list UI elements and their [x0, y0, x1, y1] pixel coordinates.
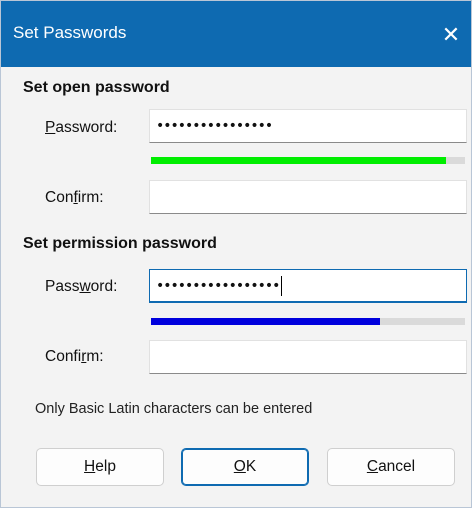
open-password-strength-fill — [151, 157, 447, 164]
permission-password-strength-fill — [151, 318, 381, 325]
open-password-strength-meter — [151, 157, 465, 164]
help-button[interactable]: Help — [36, 448, 164, 486]
cancel-button[interactable]: Cancel — [327, 448, 455, 486]
permission-confirm-label: Confirm: — [45, 348, 104, 365]
open-password-heading: Set open password — [23, 79, 170, 96]
permission-password-heading: Set permission password — [23, 235, 217, 252]
open-confirm-input[interactable] — [149, 180, 467, 214]
text-caret — [281, 276, 283, 296]
ok-button[interactable]: OK — [181, 448, 309, 486]
permission-password-input[interactable]: ••••••••••••••••• — [149, 269, 467, 303]
permission-password-strength-meter — [151, 318, 465, 325]
latin-characters-note: Only Basic Latin characters can be enter… — [35, 401, 313, 417]
close-icon[interactable]: ✕ — [431, 15, 471, 55]
set-passwords-dialog: Set Passwords ✕ Set open password Passwo… — [0, 0, 472, 508]
open-confirm-label: Confirm: — [45, 189, 104, 206]
permission-confirm-input[interactable] — [149, 340, 467, 374]
open-password-label: Password: — [45, 119, 118, 136]
dialog-title: Set Passwords — [13, 23, 127, 42]
title-bar: Set Passwords ✕ — [1, 1, 471, 67]
permission-password-label: Password: — [45, 278, 118, 295]
open-password-input[interactable]: •••••••••••••••• — [149, 109, 467, 143]
